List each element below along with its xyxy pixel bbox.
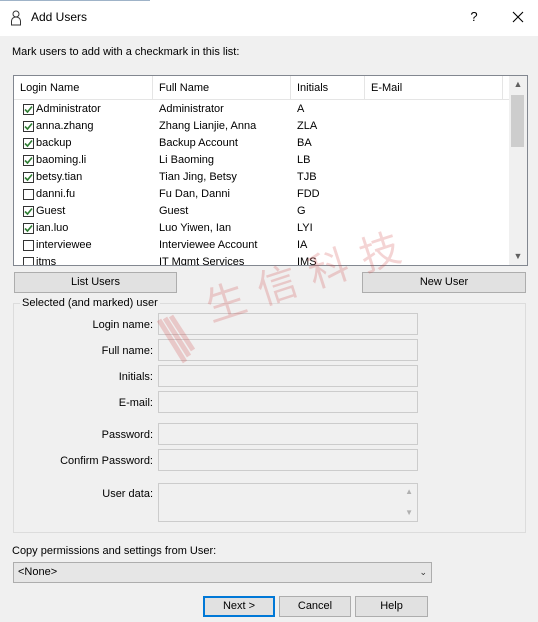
row-initials: G bbox=[297, 205, 306, 217]
checkbox-unchecked[interactable] bbox=[23, 240, 34, 251]
checkbox-unchecked[interactable] bbox=[23, 189, 34, 200]
chevron-down-icon: ⌄ bbox=[419, 567, 427, 577]
user-data-scroll-up-icon: ▲ bbox=[405, 487, 413, 496]
list-users-button[interactable]: List Users bbox=[14, 272, 177, 293]
row-login-name: interviewee bbox=[36, 239, 92, 251]
title-bar-accent-line bbox=[0, 0, 150, 1]
table-row[interactable]: itms IT Mgmt Services IMS bbox=[14, 254, 509, 266]
column-login-name[interactable]: Login Name bbox=[14, 76, 153, 100]
row-login-name: anna.zhang bbox=[36, 120, 94, 132]
full-name-label: Full name: bbox=[101, 345, 153, 357]
help-button[interactable]: Help bbox=[355, 596, 428, 617]
row-full-name: Zhang Lianjie, Anna bbox=[159, 120, 257, 132]
row-login-name: itms bbox=[36, 256, 57, 266]
email-field[interactable] bbox=[158, 391, 418, 413]
row-login-name: Administrator bbox=[36, 103, 101, 115]
copy-from-user-value: <None> bbox=[18, 566, 58, 578]
new-user-button[interactable]: New User bbox=[362, 272, 526, 293]
row-full-name: Tian Jing, Betsy bbox=[159, 171, 237, 183]
row-initials: LYI bbox=[297, 222, 313, 234]
close-icon[interactable] bbox=[505, 6, 531, 28]
table-row[interactable]: anna.zhang Zhang Lianjie, Anna ZLA bbox=[14, 118, 509, 135]
help-icon[interactable]: ? bbox=[462, 6, 486, 28]
row-initials: A bbox=[297, 103, 305, 115]
row-full-name: Guest bbox=[159, 205, 189, 217]
initials-label: Initials: bbox=[118, 371, 153, 383]
full-name-field[interactable] bbox=[158, 339, 418, 361]
cancel-button[interactable]: Cancel bbox=[279, 596, 351, 617]
scroll-thumb[interactable] bbox=[511, 95, 524, 147]
instruction-text: Mark users to add with a checkmark in th… bbox=[12, 46, 240, 58]
copy-from-user-select[interactable]: <None> ⌄ bbox=[13, 562, 432, 583]
user-data-field[interactable]: ▲ ▼ bbox=[158, 483, 418, 522]
list-scrollbar[interactable]: ▲ ▼ bbox=[509, 76, 527, 265]
row-full-name: Fu Dan, Danni bbox=[159, 188, 230, 200]
row-initials: IMS bbox=[297, 256, 317, 266]
checkbox-unchecked[interactable] bbox=[23, 257, 34, 265]
row-full-name: Backup Account bbox=[159, 137, 238, 149]
table-row[interactable]: ian.luo Luo Yiwen, Ian LYI bbox=[14, 220, 509, 237]
table-row[interactable]: backup Backup Account BA bbox=[14, 135, 509, 152]
row-full-name: Administrator bbox=[159, 103, 224, 115]
checkbox-checked[interactable] bbox=[23, 104, 34, 115]
selected-user-legend: Selected (and marked) user bbox=[20, 297, 160, 309]
row-initials: IA bbox=[297, 239, 308, 251]
user-data-label: User data: bbox=[102, 488, 153, 500]
scroll-up-icon[interactable]: ▲ bbox=[509, 76, 527, 93]
list-header: Login Name Full Name Initials E-Mail bbox=[14, 76, 509, 100]
list-rows: Administrator Administrator Aanna.zhang Zha… bbox=[14, 101, 509, 266]
checkbox-checked[interactable] bbox=[23, 172, 34, 183]
row-login-name: baoming.li bbox=[36, 154, 87, 166]
initials-field[interactable] bbox=[158, 365, 418, 387]
row-login-name: ian.luo bbox=[36, 222, 69, 234]
row-full-name: Li Baoming bbox=[159, 154, 215, 166]
checkbox-checked[interactable] bbox=[23, 155, 34, 166]
user-data-scroll-down-icon: ▼ bbox=[405, 508, 413, 517]
copy-permissions-label: Copy permissions and settings from User: bbox=[12, 545, 217, 557]
row-login-name: backup bbox=[36, 137, 72, 149]
checkbox-checked[interactable] bbox=[23, 121, 34, 132]
row-initials: ZLA bbox=[297, 120, 318, 132]
confirm-password-label: Confirm Password: bbox=[60, 455, 153, 467]
checkbox-checked[interactable] bbox=[23, 223, 34, 234]
title-bar: Add Users ? bbox=[0, 0, 538, 36]
password-field[interactable] bbox=[158, 423, 418, 445]
table-row[interactable]: Administrator Administrator A bbox=[14, 101, 509, 118]
row-initials: FDD bbox=[297, 188, 320, 200]
row-initials: TJB bbox=[297, 171, 317, 183]
checkbox-checked[interactable] bbox=[23, 206, 34, 217]
row-full-name: Interviewee Account bbox=[159, 239, 258, 251]
row-initials: BA bbox=[297, 137, 312, 149]
confirm-password-field[interactable] bbox=[158, 449, 418, 471]
scroll-down-icon[interactable]: ▼ bbox=[509, 248, 527, 265]
column-full-name[interactable]: Full Name bbox=[153, 76, 291, 100]
table-row[interactable]: Guest Guest G bbox=[14, 203, 509, 220]
login-name-field[interactable] bbox=[158, 313, 418, 335]
table-row[interactable]: danni.fu Fu Dan, Danni FDD bbox=[14, 186, 509, 203]
row-full-name: IT Mgmt Services bbox=[159, 256, 245, 266]
login-name-label: Login name: bbox=[92, 319, 153, 331]
table-row[interactable]: baoming.li Li Baoming LB bbox=[14, 152, 509, 169]
user-icon bbox=[10, 10, 22, 26]
window-title: Add Users bbox=[31, 10, 88, 24]
row-login-name: betsy.tian bbox=[36, 171, 83, 183]
row-full-name: Luo Yiwen, Ian bbox=[159, 222, 232, 234]
row-login-name: Guest bbox=[36, 205, 66, 217]
column-initials[interactable]: Initials bbox=[291, 76, 365, 100]
next-button[interactable]: Next > bbox=[203, 596, 275, 617]
table-row[interactable]: interviewee Interviewee Account IA bbox=[14, 237, 509, 254]
row-initials: LB bbox=[297, 154, 311, 166]
user-list[interactable]: Login Name Full Name Initials E-Mail Adm… bbox=[13, 75, 528, 266]
checkbox-checked[interactable] bbox=[23, 138, 34, 149]
row-login-name: danni.fu bbox=[36, 188, 76, 200]
table-row[interactable]: betsy.tian Tian Jing, Betsy TJB bbox=[14, 169, 509, 186]
password-label: Password: bbox=[101, 429, 153, 441]
column-email[interactable]: E-Mail bbox=[365, 76, 503, 100]
email-label: E-mail: bbox=[118, 397, 153, 409]
